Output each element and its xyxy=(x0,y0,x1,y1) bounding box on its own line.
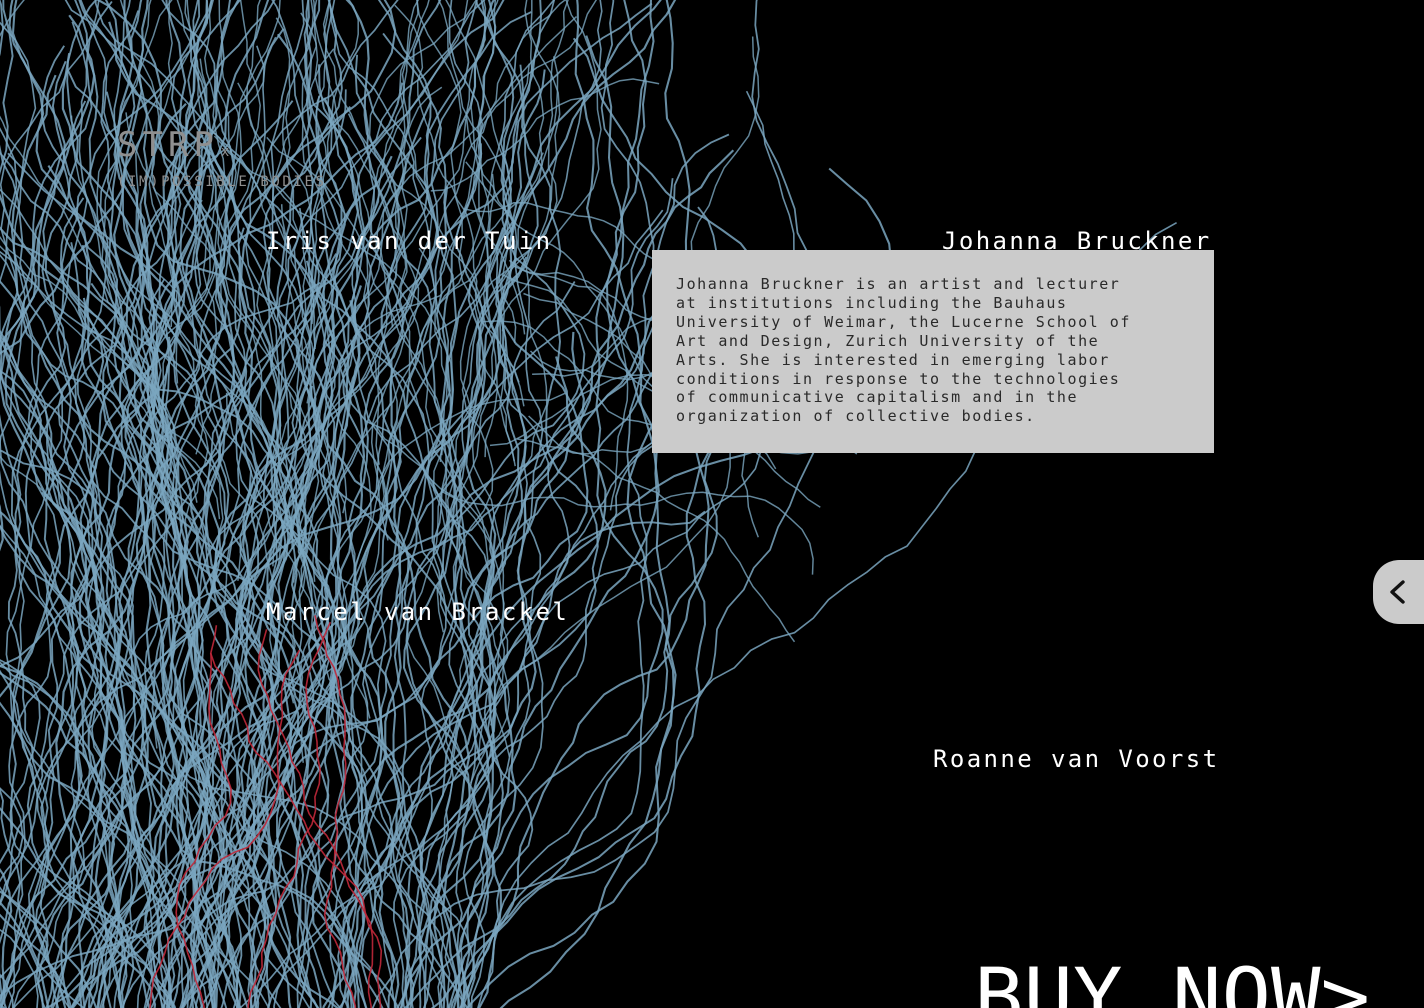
logo-x-mark: x xyxy=(220,144,230,160)
logo-wordmark: STRP xyxy=(117,125,219,165)
side-panel-toggle[interactable] xyxy=(1373,560,1424,624)
chevron-left-icon xyxy=(1390,580,1405,604)
speaker-bio-text: Johanna Bruckner is an artist and lectur… xyxy=(676,275,1131,426)
logo[interactable]: STRP x (IM)POSSIBLE BODIES xyxy=(117,126,327,190)
speaker-iris-van-der-tuin[interactable]: Iris van der Tuin xyxy=(266,227,552,255)
speaker-marcel-van-brackel[interactable]: Marcel van Brackel xyxy=(266,598,569,626)
logo-subtitle: (IM)POSSIBLE BODIES xyxy=(117,174,327,190)
thread-line xyxy=(508,259,629,511)
stage: STRP x (IM)POSSIBLE BODIES Iris van der T… xyxy=(0,0,1424,1008)
thread-line xyxy=(450,356,710,1008)
thread-line xyxy=(371,0,832,1008)
speaker-roanne-van-voorst[interactable]: Roanne van Voorst xyxy=(933,745,1219,773)
speaker-bio-card: Johanna Bruckner is an artist and lectur… xyxy=(652,250,1214,453)
buy-now-label: BUY NOW> xyxy=(974,953,1370,1008)
buy-now-button[interactable]: BUY NOW> xyxy=(974,952,1374,1008)
logo-title: STRP x xyxy=(117,126,327,171)
buy-now-wordmark: BUY NOW> xyxy=(974,953,1370,1008)
